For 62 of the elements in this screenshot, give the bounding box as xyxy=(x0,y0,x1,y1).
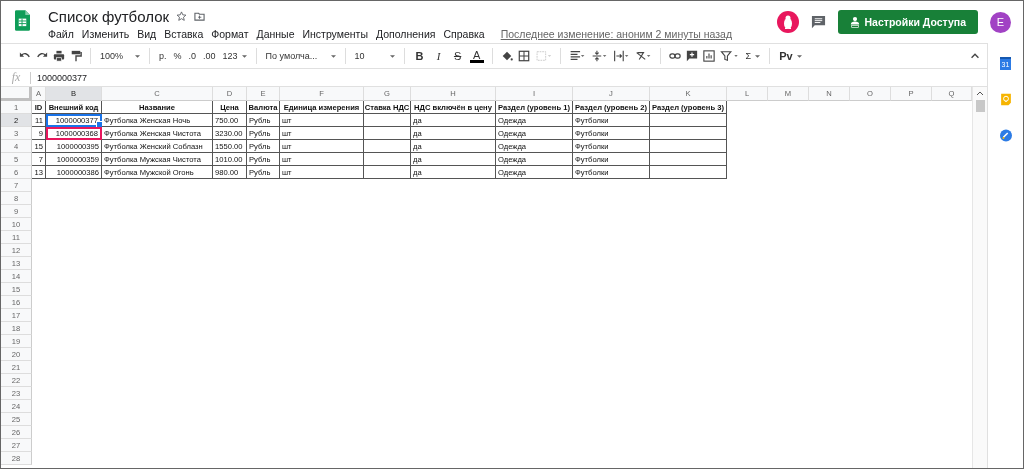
bold-button[interactable]: B xyxy=(412,47,427,65)
paint-format-icon[interactable] xyxy=(70,50,82,62)
percent-button[interactable]: % xyxy=(172,47,183,65)
menu-item[interactable]: Справка xyxy=(443,28,485,40)
borders-icon[interactable] xyxy=(517,50,530,62)
menu-item[interactable]: Вид xyxy=(137,28,157,40)
caret-icon xyxy=(389,54,395,58)
tasks-icon[interactable] xyxy=(999,129,1012,142)
menu-item[interactable]: Дополнения xyxy=(375,28,436,40)
italic-button[interactable]: I xyxy=(431,47,446,65)
chart-icon[interactable] xyxy=(702,50,715,62)
share-button[interactable]: Настройки Доступа xyxy=(837,10,978,34)
zoom-dropdown[interactable]: 100% xyxy=(99,47,141,65)
empty-cell xyxy=(364,114,411,127)
font-size-dropdown[interactable]: 10 xyxy=(353,47,396,65)
vertical-align-icon[interactable] xyxy=(590,50,608,62)
increase-decimals-button[interactable]: .00 xyxy=(202,47,217,65)
font-dropdown[interactable]: По умолча... xyxy=(264,47,337,65)
menu-item[interactable]: Файл xyxy=(48,28,74,40)
decrease-decimals-button[interactable]: .0 xyxy=(187,47,198,65)
formula-label: fx xyxy=(10,70,22,85)
add-comment-icon[interactable] xyxy=(685,50,698,62)
menu-item[interactable]: Формат xyxy=(211,28,249,40)
scroll-up-icon[interactable] xyxy=(976,91,984,96)
link-icon[interactable] xyxy=(668,50,681,62)
merge-cells-icon xyxy=(534,50,552,62)
caret-icon xyxy=(135,54,140,58)
anonymous-avatar-icon[interactable] xyxy=(776,11,799,33)
filter-icon[interactable] xyxy=(719,50,740,62)
menu-item[interactable]: Изменить xyxy=(81,28,130,40)
number-format-dropdown[interactable]: 123 xyxy=(221,47,248,65)
folder-icon[interactable] xyxy=(194,11,206,22)
print-icon[interactable] xyxy=(53,50,65,62)
currency-button[interactable]: р. xyxy=(158,47,168,65)
scrollbar-thumb[interactable] xyxy=(975,100,985,112)
strikethrough-button[interactable]: S xyxy=(450,47,465,65)
text-wrap-icon[interactable] xyxy=(612,50,630,62)
empty-cell xyxy=(364,153,411,166)
functions-dropdown[interactable]: Σ xyxy=(744,47,762,65)
account-avatar[interactable]: E xyxy=(990,11,1011,33)
caret-icon xyxy=(330,54,336,58)
last-edit-link[interactable]: Последнее изменение: аноним 2 минуты назад xyxy=(500,28,732,40)
fill-color-icon[interactable] xyxy=(500,50,513,62)
star-icon[interactable] xyxy=(176,11,188,22)
empty-cell xyxy=(364,140,411,153)
text-color-button[interactable]: A xyxy=(469,49,484,63)
caret-icon xyxy=(241,54,247,58)
empty-cell xyxy=(364,166,411,179)
menu-item[interactable]: Данные xyxy=(256,28,295,40)
menu-item[interactable]: Вставка xyxy=(164,28,204,40)
caret-icon xyxy=(796,54,802,58)
text-rotation-icon[interactable] xyxy=(634,50,652,62)
formula-input[interactable]: 1000000377 xyxy=(37,72,88,83)
align-icon[interactable] xyxy=(568,50,586,62)
caret-icon xyxy=(755,54,761,58)
sheets-logo-icon[interactable] xyxy=(15,10,30,31)
empty-cell xyxy=(364,127,411,140)
addon-dropdown[interactable]: Pv xyxy=(778,47,803,65)
menu-item[interactable]: Инструменты xyxy=(302,28,368,40)
person-icon xyxy=(849,16,860,28)
document-title[interactable]: Список футболок xyxy=(48,8,170,25)
comments-icon[interactable] xyxy=(810,14,826,30)
